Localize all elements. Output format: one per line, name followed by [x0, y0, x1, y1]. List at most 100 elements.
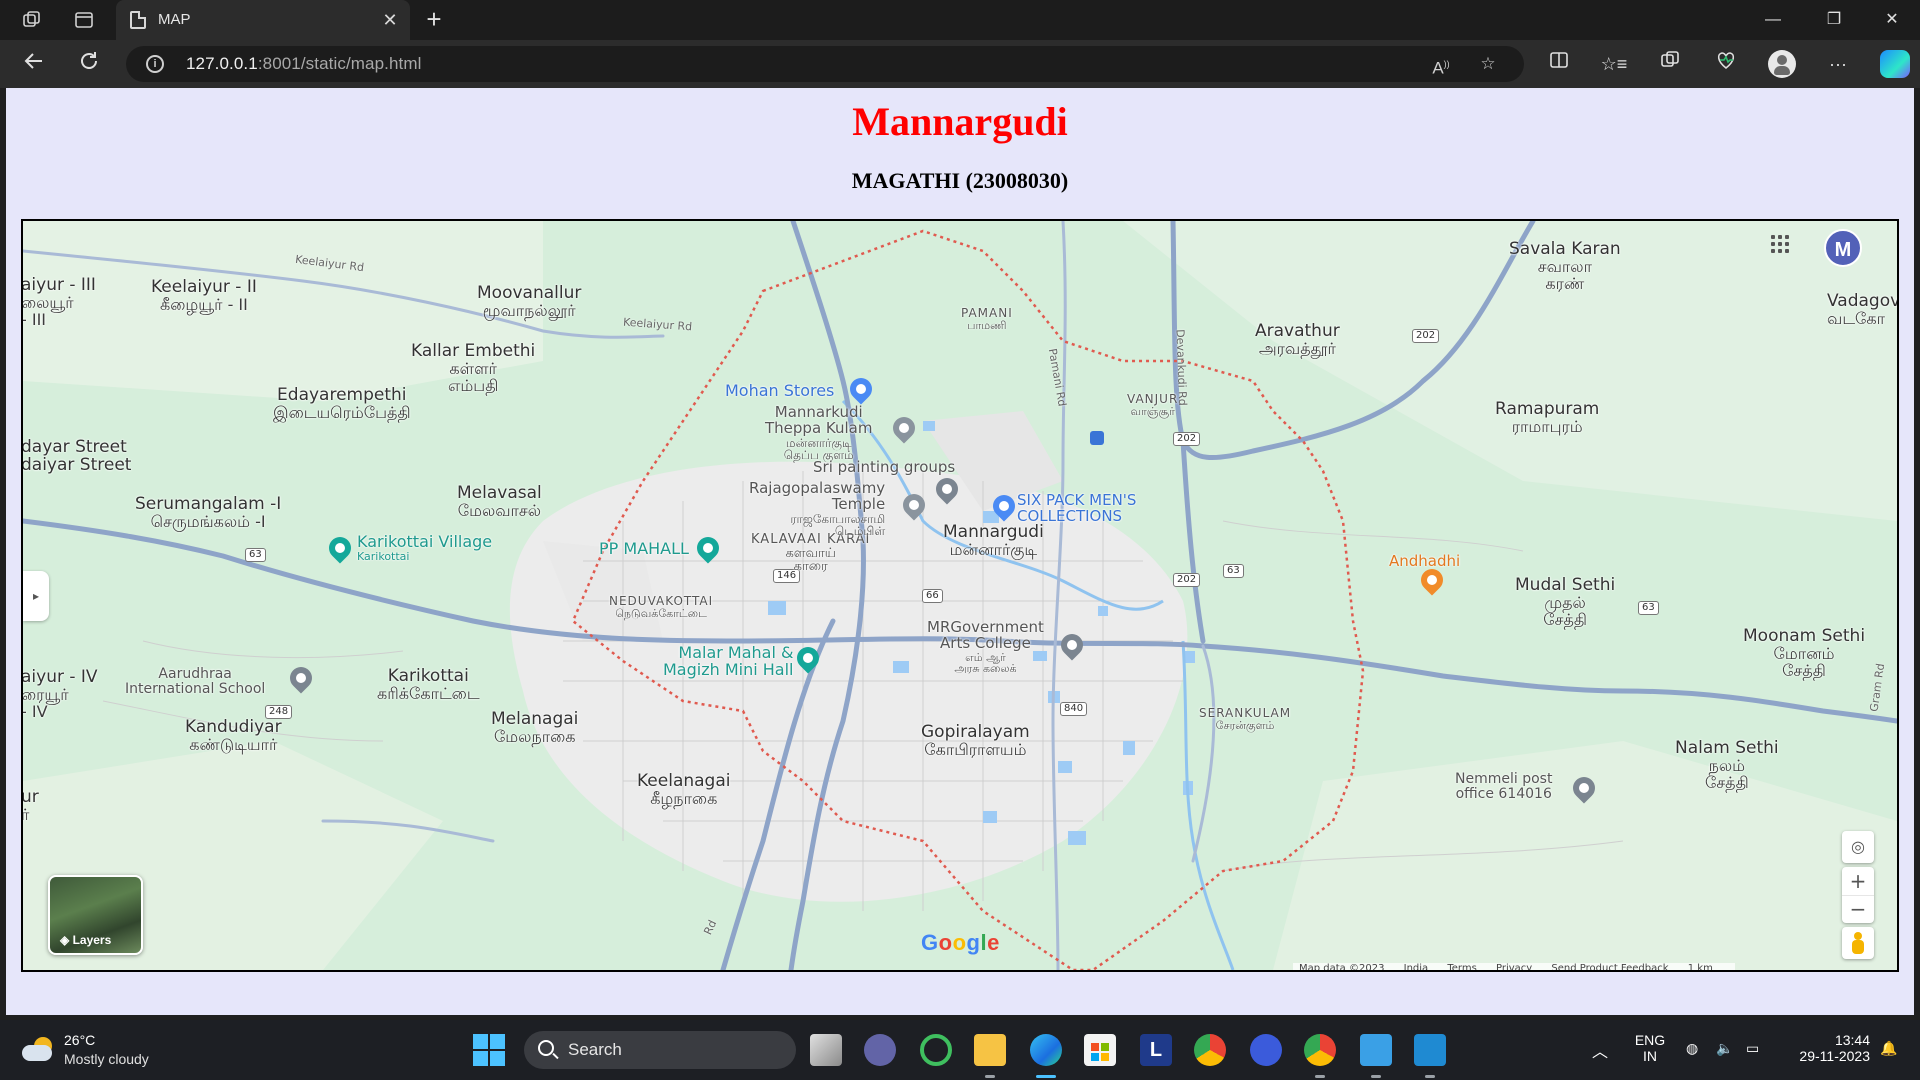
poi-label[interactable]: Rajagopalaswamy Temple ராஜகோபாலசாமி டெம்பி…	[749, 480, 885, 538]
highway-shield: 66	[922, 589, 943, 603]
refresh-button[interactable]	[75, 50, 103, 78]
workspaces-icon[interactable]	[20, 8, 44, 32]
poi-label[interactable]: Malar Mahal & Magizh Mini Hall	[663, 644, 793, 679]
poi-label[interactable]: Andhadhi	[1389, 553, 1460, 570]
chrome-profile-icon[interactable]	[1304, 1034, 1336, 1066]
poi-label[interactable]: Nemmeli post office 614016	[1455, 772, 1552, 801]
maximize-button[interactable]: ❐	[1806, 0, 1862, 40]
weather-cloud-icon[interactable]	[22, 1037, 56, 1063]
back-arrow-icon	[24, 53, 42, 69]
new-tab-button[interactable]: +	[420, 6, 448, 34]
favorites-icon[interactable]: ☆≡	[1600, 50, 1628, 78]
profile-avatar[interactable]	[1768, 50, 1796, 78]
active-indicator	[1036, 1075, 1056, 1078]
notifications-bell-icon[interactable]: 🔔	[1880, 1040, 1897, 1057]
volume-muted-icon[interactable]: 🔈	[1716, 1040, 1733, 1057]
bus-stop-icon[interactable]	[1090, 431, 1104, 445]
poi-label[interactable]: Mannarkudi Theppa Kulam மன்னார்குடி தெப்ப …	[765, 404, 872, 462]
network-globe-icon[interactable]: ◍	[1686, 1040, 1698, 1057]
privacy-link[interactable]: Privacy	[1496, 963, 1532, 970]
close-window-button[interactable]: ✕	[1864, 0, 1920, 40]
terms-link[interactable]: Terms	[1447, 963, 1476, 970]
notepad-icon[interactable]	[1360, 1034, 1392, 1066]
place-label: Ramapuram ராமாபுரம்	[1495, 399, 1600, 436]
street-view-pegman-icon[interactable]	[1842, 927, 1874, 959]
place-label: Vadagov வடகோ	[1827, 291, 1899, 328]
highway-shield: 202	[1173, 432, 1201, 446]
country-link[interactable]: India	[1404, 963, 1429, 970]
microsoft-store-icon[interactable]	[1084, 1034, 1116, 1066]
place-label: Savala Karan சவாலா கரண்	[1509, 239, 1621, 293]
scale-bar[interactable]: 1 km	[1688, 963, 1713, 970]
minimize-button[interactable]: —	[1745, 0, 1801, 40]
file-explorer-icon[interactable]	[974, 1034, 1006, 1066]
highway-shield: 63	[1223, 564, 1244, 578]
edge-browser-icon[interactable]	[1030, 1034, 1062, 1066]
favorite-star-icon[interactable]: ☆	[1478, 54, 1498, 74]
copilot-icon[interactable]	[1880, 50, 1910, 78]
poi-label[interactable]: SIX PACK MEN'S COLLECTIONS	[1017, 492, 1136, 525]
apps-grid-icon[interactable]	[1771, 235, 1789, 253]
place-label: Karikottai கரிக்கோட்டை	[377, 666, 480, 703]
clock[interactable]: 13:44 29-11-2023	[1780, 1032, 1870, 1064]
zoom-out-button[interactable]: −	[1842, 895, 1874, 923]
language-indicator[interactable]: ENG IN	[1630, 1032, 1670, 1064]
address-bar[interactable]: i 127.0.0.1:8001/static/map.html A)) ☆	[126, 46, 1524, 82]
expand-side-panel-button[interactable]: ▸	[23, 571, 49, 621]
split-screen-icon[interactable]	[1545, 50, 1573, 78]
browser-essentials-icon[interactable]	[1712, 50, 1740, 78]
taskbar-search-box[interactable]: Search	[524, 1031, 796, 1069]
poi-label[interactable]: Sri painting groups	[813, 459, 955, 476]
tab-actions-icon[interactable]	[72, 8, 96, 32]
url-text[interactable]: 127.0.0.1:8001/static/map.html	[186, 54, 422, 74]
url-path: :8001/static/map.html	[257, 54, 422, 73]
place-label: dayar Street daiyar Street	[21, 437, 132, 475]
highway-shield: 202	[1173, 573, 1201, 587]
highway-shield: 63	[1638, 601, 1659, 615]
vscode-icon[interactable]	[1414, 1034, 1446, 1066]
more-options-icon[interactable]: ···	[1824, 50, 1852, 78]
google-map[interactable]: Keelaiyur Rd Keelaiyur Rd Pamani Rd Deva…	[21, 219, 1899, 972]
poi-label[interactable]: Mohan Stores	[725, 382, 834, 400]
browser-toolbar: i 127.0.0.1:8001/static/map.html A)) ☆ ☆…	[0, 40, 1920, 88]
language-code: ENG	[1634, 1032, 1666, 1048]
place-label: Mannargudi மன்னார்குடி	[943, 522, 1044, 559]
teams-chat-icon[interactable]	[864, 1034, 896, 1066]
back-button[interactable]	[20, 50, 48, 78]
weather-description[interactable]: Mostly cloudy	[64, 1051, 149, 1067]
map-data-text: Map data ©2023	[1299, 963, 1385, 972]
region-code: IN	[1643, 1048, 1657, 1064]
map-attribution: Map data ©2023 India Terms Privacy Send …	[1293, 963, 1735, 972]
zoom-in-button[interactable]: +	[1842, 867, 1874, 895]
show-hidden-icons-chevron-icon[interactable]: ︿	[1592, 1038, 1608, 1062]
place-label: Moonam Sethi மோனம் சேத்தி	[1743, 626, 1866, 680]
place-label: Edayarempethi இடையரெம்பேத்தி	[273, 385, 411, 422]
poi-label[interactable]: Aarudhraa International School	[125, 667, 265, 696]
neighbourhood-label: KALAVAAI KARAI களவாய் காரை	[751, 532, 871, 575]
alpha-app-icon[interactable]	[1250, 1034, 1282, 1066]
poi-label[interactable]: Karikottai Village Karikottai	[357, 533, 492, 562]
l-app-icon[interactable]: L	[1140, 1034, 1172, 1066]
map-canvas[interactable]	[23, 221, 1897, 970]
windows-taskbar: 26°C Mostly cloudy Search L ︿ ENG IN ◍ 🔈…	[0, 1020, 1920, 1080]
place-label: Keelaiyur - II கீழையூர் - II	[151, 277, 257, 314]
collections-icon[interactable]	[1656, 50, 1684, 78]
task-view-icon[interactable]	[810, 1034, 842, 1066]
place-label: Keelanagai கீழநாகை	[637, 771, 731, 808]
weather-temperature[interactable]: 26°C	[64, 1032, 95, 1048]
poi-label[interactable]: MRGovernment Arts College எம் ஆர் அரசு கலை…	[927, 619, 1044, 675]
refresh-app-icon[interactable]	[920, 1034, 952, 1066]
chrome-icon[interactable]	[1194, 1034, 1226, 1066]
layers-button[interactable]: ◈ Layers	[48, 875, 143, 955]
tab-map[interactable]: MAP ✕	[116, 0, 410, 40]
tab-close-button[interactable]: ✕	[378, 8, 402, 32]
poi-label[interactable]: PP MAHALL	[599, 540, 689, 558]
account-avatar[interactable]: M	[1824, 229, 1862, 267]
my-location-button[interactable]: ◎	[1842, 831, 1874, 863]
start-button[interactable]	[473, 1034, 505, 1066]
battery-icon[interactable]: ▭	[1746, 1040, 1759, 1057]
site-info-icon[interactable]: i	[146, 55, 164, 73]
place-label: Nalam Sethi நலம் சேத்தி	[1675, 738, 1779, 792]
read-aloud-icon[interactable]: A))	[1431, 54, 1451, 78]
feedback-link[interactable]: Send Product Feedback	[1551, 963, 1668, 970]
